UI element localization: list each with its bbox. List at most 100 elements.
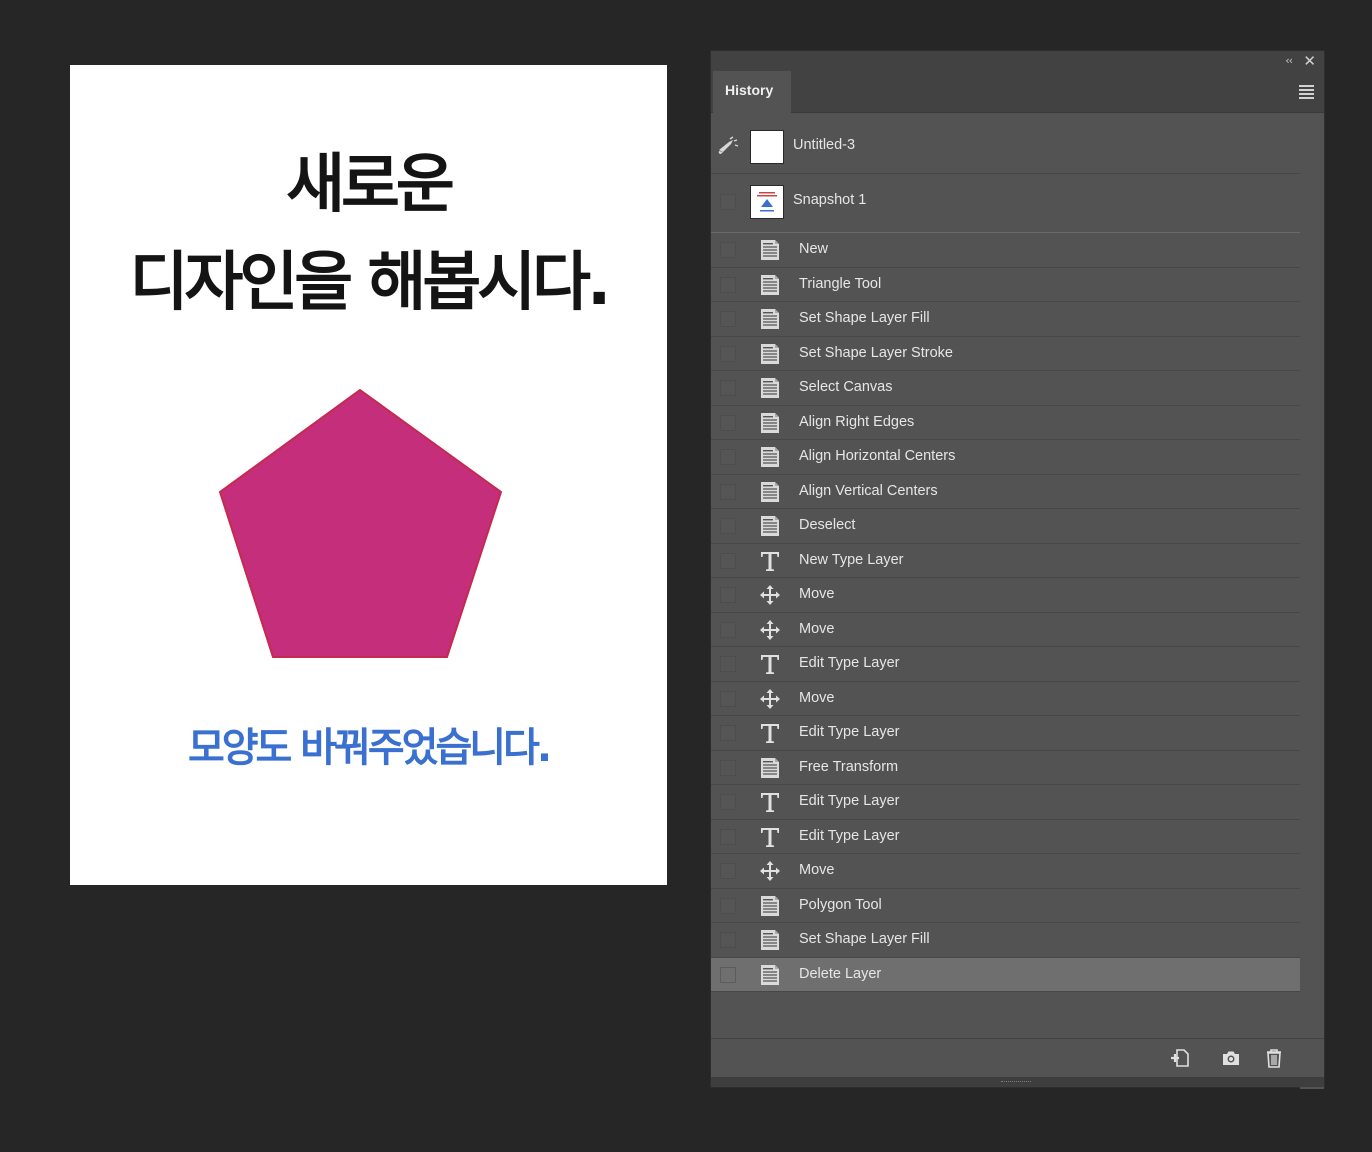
- history-source-checkbox[interactable]: [720, 966, 736, 983]
- history-state-label: Move: [799, 620, 835, 637]
- document-icon: [758, 411, 782, 435]
- history-states: New Triangle Tool Set Shape Layer Fill Set …: [711, 233, 1301, 992]
- history-brush-source-icon[interactable]: [717, 136, 739, 156]
- history-state-label: Triangle Tool: [799, 275, 882, 292]
- history-list: Untitled-3 Snapshot 1 New Triangle Tool Se…: [711, 116, 1301, 992]
- history-source-checkbox[interactable]: [720, 552, 736, 569]
- trash-icon[interactable]: [1263, 1047, 1285, 1069]
- history-state-label: Move: [799, 689, 835, 706]
- panel-resize-grip[interactable]: [711, 1077, 1324, 1087]
- history-source-checkbox[interactable]: [720, 897, 736, 914]
- hamburger-menu-icon[interactable]: [1299, 85, 1314, 101]
- history-source-checkbox[interactable]: [720, 380, 736, 396]
- history-state-row[interactable]: Move: [711, 578, 1301, 613]
- history-state-label: Deselect: [799, 517, 856, 533]
- history-source-checkbox[interactable]: [720, 242, 736, 258]
- history-source-checkbox[interactable]: [720, 656, 736, 672]
- history-state-row[interactable]: New: [711, 233, 1301, 268]
- document-icon: [758, 480, 782, 504]
- subline-text: 모양도 바꿔주었습니다.: [187, 725, 552, 771]
- document-icon: [758, 376, 782, 400]
- double-chevron-left-icon[interactable]: ‹‹: [1285, 54, 1293, 67]
- history-source-checkbox[interactable]: [720, 621, 736, 638]
- history-source-checkbox[interactable]: [720, 690, 736, 707]
- history-state-label: Move: [799, 586, 835, 602]
- history-source-checkbox[interactable]: [720, 194, 736, 210]
- history-state-label: Edit Type Layer: [799, 655, 900, 671]
- history-state-row[interactable]: New Type Layer: [711, 544, 1301, 578]
- history-source-checkbox[interactable]: [720, 518, 736, 534]
- history-state-row[interactable]: Move: [711, 854, 1301, 889]
- document-icon: [758, 894, 782, 918]
- document-canvas[interactable]: 새로운 디자인을 해봅시다. 모양도 바꿔주었습니다.: [70, 65, 667, 885]
- history-source-checkbox[interactable]: [720, 794, 736, 810]
- history-source-checkbox[interactable]: [720, 449, 736, 465]
- history-state-row[interactable]: Align Vertical Centers: [711, 475, 1301, 509]
- snapshot-thumbnail: [750, 185, 784, 219]
- history-panel: ‹‹ ✕ History Untitled-3 Snapshot 1 New T…: [710, 50, 1325, 1089]
- history-state-label: Set Shape Layer Stroke: [799, 344, 953, 361]
- document-icon: [758, 756, 782, 780]
- history-state-row[interactable]: Set Shape Layer Fill: [711, 923, 1301, 958]
- history-source-checkbox[interactable]: [720, 414, 736, 431]
- camera-icon[interactable]: [1220, 1047, 1242, 1069]
- tab-history[interactable]: History: [713, 71, 791, 113]
- history-state-label: Align Right Edges: [799, 413, 915, 430]
- history-source-checkbox[interactable]: [720, 932, 736, 948]
- snapshot-preview-icon: [757, 192, 777, 212]
- history-state-label: Align Horizontal Centers: [799, 448, 956, 464]
- type-icon: [758, 790, 782, 814]
- move-icon: [758, 583, 782, 607]
- history-state-row[interactable]: Edit Type Layer: [711, 716, 1301, 751]
- history-state-row[interactable]: Edit Type Layer: [711, 785, 1301, 820]
- close-icon[interactable]: ✕: [1303, 52, 1316, 70]
- history-state-row[interactable]: Align Right Edges: [711, 406, 1301, 440]
- history-state-row[interactable]: Move: [711, 682, 1301, 716]
- history-state-row[interactable]: Edit Type Layer: [711, 820, 1301, 854]
- history-source-checkbox[interactable]: [720, 311, 736, 327]
- document-icon: [758, 963, 782, 987]
- history-state-row[interactable]: Move: [711, 613, 1301, 647]
- history-state-row[interactable]: Set Shape Layer Stroke: [711, 337, 1301, 371]
- snapshot-1[interactable]: Snapshot 1: [711, 174, 1301, 233]
- history-source-checkbox[interactable]: [720, 725, 736, 741]
- history-state-row[interactable]: Triangle Tool: [711, 268, 1301, 302]
- history-state-label: New: [799, 241, 829, 257]
- history-source-checkbox[interactable]: [720, 483, 736, 500]
- document-icon: [758, 445, 782, 469]
- type-icon: [758, 825, 782, 849]
- history-source-checkbox[interactable]: [720, 828, 736, 845]
- history-state-label: Edit Type Layer: [799, 827, 900, 844]
- history-state-row[interactable]: Set Shape Layer Fill: [711, 302, 1301, 337]
- history-state-label: Select Canvas: [799, 379, 893, 395]
- document-icon: [758, 928, 782, 952]
- type-icon: [758, 721, 782, 745]
- snapshot-label: Snapshot 1: [793, 192, 867, 208]
- history-source-checkbox[interactable]: [720, 345, 736, 362]
- history-state-label: Move: [799, 862, 835, 878]
- scrollbar[interactable]: [1300, 121, 1324, 1089]
- document-icon: [758, 307, 782, 331]
- history-state-label: Free Transform: [799, 758, 899, 775]
- history-source-checkbox[interactable]: [720, 276, 736, 293]
- type-icon: [758, 549, 782, 573]
- history-state-row[interactable]: Align Horizontal Centers: [711, 440, 1301, 475]
- history-state-row[interactable]: Polygon Tool: [711, 889, 1301, 923]
- move-icon: [758, 859, 782, 883]
- move-icon: [758, 618, 782, 642]
- history-source-checkbox[interactable]: [720, 587, 736, 603]
- history-state-row[interactable]: Free Transform: [711, 751, 1301, 785]
- panel-footer: [711, 1038, 1324, 1077]
- history-source-checkbox[interactable]: [720, 759, 736, 776]
- panel-title-strip: ‹‹ ✕: [711, 51, 1324, 71]
- document-icon: [758, 514, 782, 538]
- history-state-row[interactable]: Deselect: [711, 509, 1301, 544]
- history-state-row[interactable]: Select Canvas: [711, 371, 1301, 406]
- history-state-row[interactable]: Edit Type Layer: [711, 647, 1301, 682]
- history-source-checkbox[interactable]: [720, 863, 736, 879]
- snapshot-untitled-3[interactable]: Untitled-3: [711, 116, 1301, 174]
- panel-tab-bar: History: [711, 71, 1324, 113]
- new-document-from-state-icon[interactable]: [1169, 1047, 1191, 1069]
- history-state-row[interactable]: Delete Layer: [711, 957, 1301, 992]
- move-icon: [758, 687, 782, 711]
